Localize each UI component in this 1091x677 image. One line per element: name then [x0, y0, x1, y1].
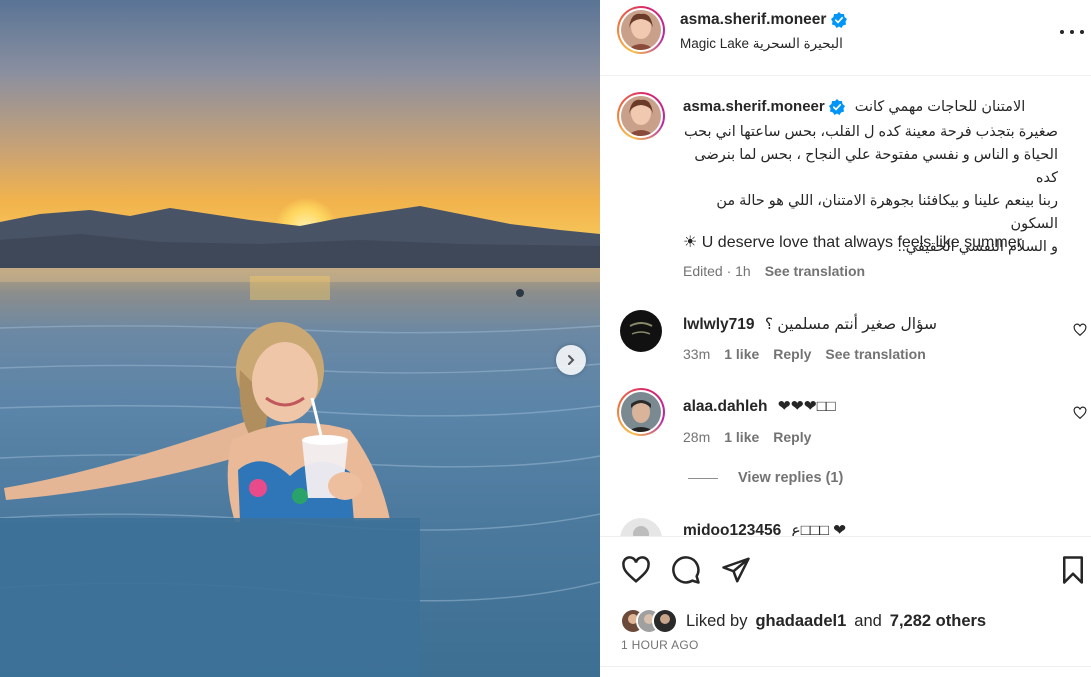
- comment-time: 28m: [683, 429, 711, 445]
- author-avatar[interactable]: [617, 6, 665, 54]
- comment-username[interactable]: midoo123456: [683, 522, 781, 536]
- photo-woman-figure: [0, 322, 420, 677]
- avatar-image: [621, 96, 661, 136]
- more-icon-dot: [1080, 30, 1084, 34]
- chevron-right-icon: [568, 355, 575, 365]
- divider: [600, 666, 1091, 667]
- caption-text-english: ☀ U deserve love that always feels like …: [683, 234, 1022, 251]
- view-replies-button[interactable]: View replies (1): [688, 470, 843, 486]
- avatar-image: [621, 392, 661, 432]
- avatar-image: [620, 518, 662, 536]
- comment-meta: 33m 1 like Reply See translation: [683, 346, 926, 362]
- comment-username[interactable]: lwlwly719: [683, 316, 755, 333]
- caption-edited-time: Edited · 1h: [683, 263, 751, 279]
- comment-username[interactable]: alaa.dahleh: [683, 398, 767, 415]
- commenter-avatar[interactable]: [620, 518, 662, 536]
- next-photo-button[interactable]: [556, 345, 586, 375]
- reply-button[interactable]: Reply: [773, 346, 811, 362]
- liked-by-others[interactable]: 7,282 others: [890, 612, 986, 631]
- comment-text: ع□□□ ❤: [791, 522, 847, 536]
- post-time[interactable]: 1 HOUR AGO: [621, 638, 699, 652]
- more-icon-dot: [1060, 30, 1064, 34]
- commenter-avatar[interactable]: [620, 310, 662, 352]
- verified-badge-icon: [828, 98, 845, 115]
- post-header: asma.sherif.moneer Magic Lake البحيرة ال…: [600, 0, 1091, 76]
- comment-meta: 28m 1 like Reply: [683, 429, 811, 445]
- caption-username[interactable]: asma.sherif.moneer الامتنان للحاجات مهمي…: [683, 98, 1025, 115]
- comment-text: ❤❤❤□□: [777, 398, 836, 415]
- verified-badge-icon: [831, 12, 848, 28]
- caption-text-first-line: الامتنان للحاجات مهمي كانت: [854, 98, 1026, 115]
- author-username-text[interactable]: asma.sherif.moneer: [680, 11, 826, 29]
- bookmark-icon[interactable]: [1058, 555, 1088, 585]
- likes-summary: Liked by ghadaadel1 and 7,282 others: [620, 608, 986, 634]
- more-options-button[interactable]: [1060, 22, 1084, 42]
- comment-see-translation[interactable]: See translation: [825, 346, 925, 362]
- avatar-image: [621, 10, 661, 50]
- comment-line: alaa.dahleh ❤❤❤□□: [683, 397, 835, 416]
- caption-username-text[interactable]: asma.sherif.moneer: [683, 98, 825, 115]
- more-icon-dot: [1070, 30, 1074, 34]
- heart-icon[interactable]: [621, 555, 651, 585]
- author-username[interactable]: asma.sherif.moneer: [680, 11, 848, 29]
- liked-by-prefix: Liked by: [686, 611, 748, 630]
- comment-text: سؤال صغير أنتم مسلمين ؟: [764, 316, 938, 333]
- caption-meta: Edited · 1h See translation: [683, 263, 865, 279]
- liked-avatar: [652, 608, 678, 634]
- view-replies-divider: [688, 477, 718, 479]
- share-icon[interactable]: [721, 555, 751, 585]
- comment-likes[interactable]: 1 like: [724, 429, 759, 445]
- commenter-avatar[interactable]: [617, 388, 665, 436]
- view-replies-label[interactable]: View replies (1): [738, 470, 843, 486]
- reply-button[interactable]: Reply: [773, 429, 811, 445]
- caption-author-avatar[interactable]: [617, 92, 665, 140]
- caption-see-translation[interactable]: See translation: [765, 263, 865, 279]
- comment-time: 33m: [683, 346, 711, 362]
- liked-by-user[interactable]: ghadaadel1: [755, 612, 846, 631]
- post-photo[interactable]: [0, 0, 600, 677]
- post-details-panel: asma.sherif.moneer Magic Lake البحيرة ال…: [600, 0, 1091, 677]
- liked-by-and: and: [854, 611, 882, 630]
- comment-icon[interactable]: [671, 555, 701, 585]
- heart-icon[interactable]: [1073, 323, 1087, 337]
- comment-likes[interactable]: 1 like: [724, 346, 759, 362]
- post-location[interactable]: Magic Lake البحيرة السحرية: [680, 36, 843, 52]
- comment-line: midoo123456 ع□□□ ❤: [683, 521, 846, 536]
- comment-line: lwlwly719 سؤال صغير أنتم مسلمين ؟: [683, 315, 937, 334]
- comments-list[interactable]: asma.sherif.moneer الامتنان للحاجات مهمي…: [600, 77, 1091, 536]
- heart-icon[interactable]: [1073, 406, 1087, 420]
- liked-by-avatars[interactable]: [620, 608, 678, 634]
- post-actions: Liked by ghadaadel1 and 7,282 others 1 H…: [600, 536, 1091, 667]
- avatar-image: [620, 310, 662, 352]
